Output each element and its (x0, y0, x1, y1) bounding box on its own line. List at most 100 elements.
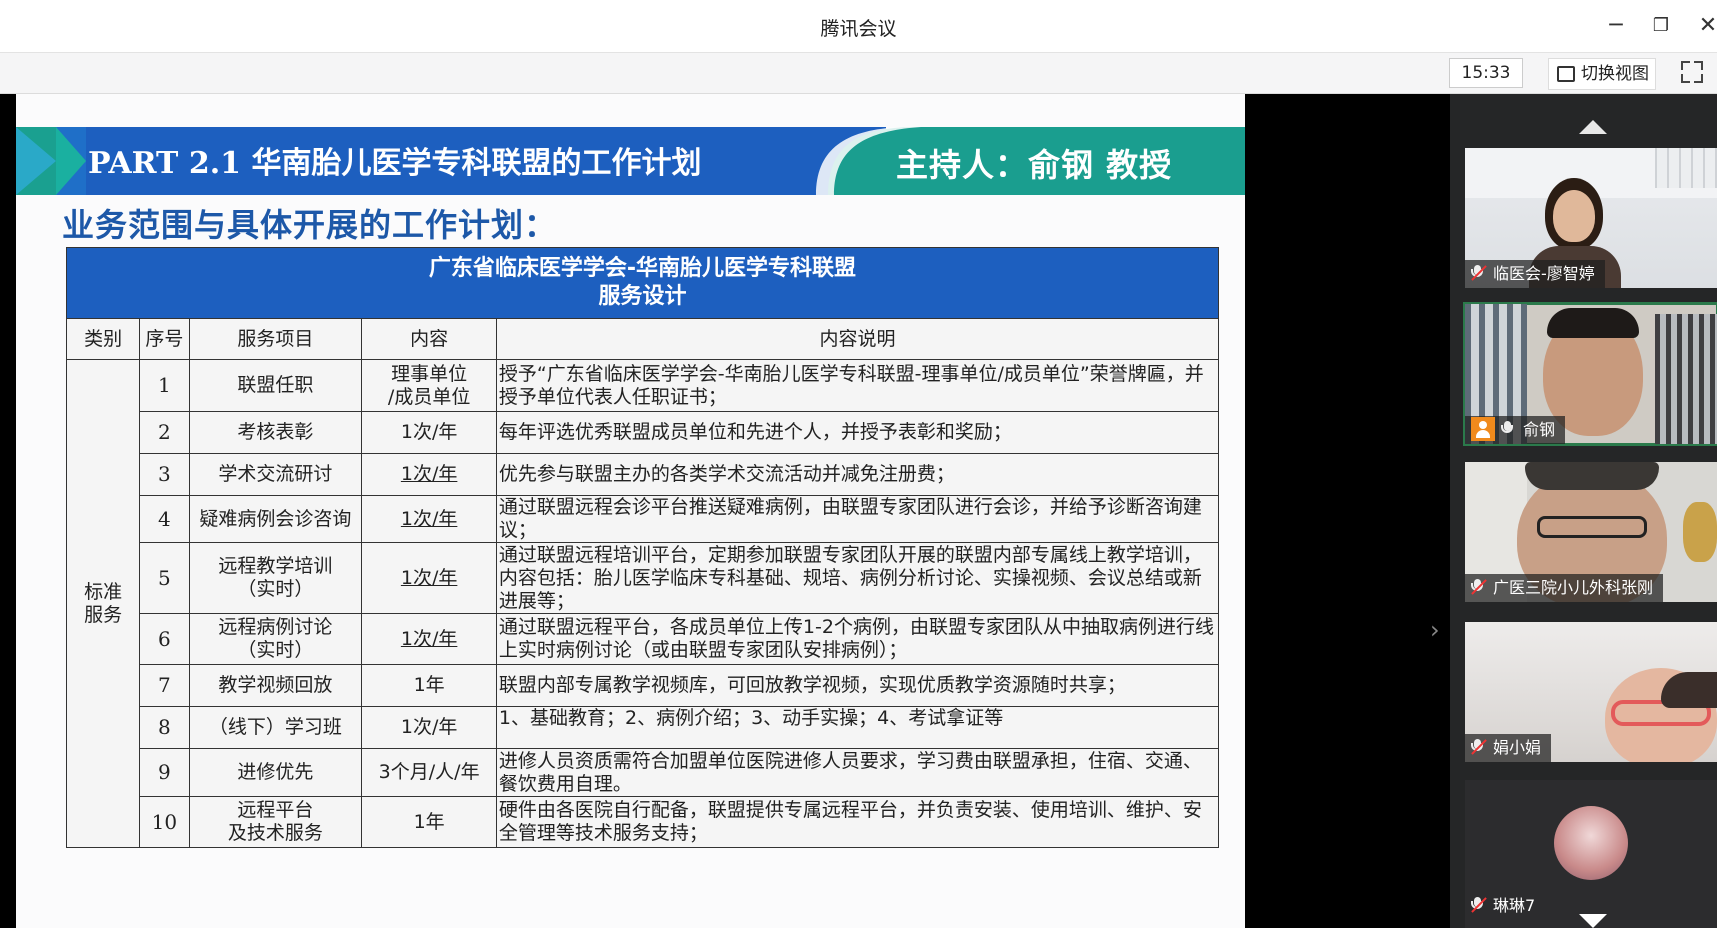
service-description: 进修人员资质需符合加盟单位医院进修人员要求，学习费由联盟承担，住宿、交通、餐饮费… (495, 748, 1220, 797)
participant-tile[interactable]: 广医三院小儿外科张刚 (1465, 462, 1717, 602)
category-cell: 标准 服务 (65, 359, 141, 848)
switch-view-icon (1557, 66, 1575, 82)
service-description: 授予“广东省临床医学学会-华南胎儿医学专科联盟-理事单位/成员单位”荣誉牌匾，并… (495, 359, 1220, 412)
window-title: 腾讯会议 (820, 18, 897, 40)
service-item: （线下）学习班 (188, 706, 363, 749)
table-row: 2 考核表彰 1次/年 每年评选优秀联盟成员单位和先进个人，并授予表彰和奖励； (67, 411, 1220, 454)
participant-name: 娟小娟 (1493, 738, 1542, 757)
participant-tile[interactable]: 娟小娟 (1465, 622, 1717, 762)
row-number: 1 (139, 359, 190, 412)
table-row: 9 进修优先 3个月/人/年 进修人员资质需符合加盟单位医院进修人员要求，学习费… (67, 748, 1220, 797)
table-row: 8 （线下）学习班 1次/年 1、基础教育；2、病例介绍；3、动手实操；4、考试… (67, 706, 1220, 749)
row-number: 8 (139, 706, 190, 749)
column-header: 序号 (139, 318, 190, 360)
participant-name-bar: 娟小娟 (1465, 734, 1552, 762)
host-label: 主持人：俞钢 教授 (896, 146, 1173, 184)
participant-name: 临医会-廖智婷 (1493, 264, 1595, 283)
switch-view-button[interactable]: 切换视图 (1548, 58, 1656, 90)
service-content: 理事单位/成员单位 (361, 359, 497, 412)
participant-name: 广医三院小儿外科张刚 (1493, 578, 1654, 597)
table-row: 7 教学视频回放 1年 联盟内部专属教学视频库，可回放教学视频，实现优质教学资源… (67, 664, 1220, 707)
service-item: 远程平台 及技术服务 (188, 796, 363, 848)
service-item: 远程病例讨论 （实时） (188, 613, 363, 665)
table-row: 6 远程病例讨论 （实时） 1次/年 通过联盟远程平台，各成员单位上传1-2个病例… (67, 613, 1220, 665)
service-description: 优先参与联盟主办的各类学术交流活动并减免注册费； (495, 453, 1220, 496)
table-row: 10 远程平台 及技术服务 1年 硬件由各医院自行配备，联盟提供专属远程平台，并负… (67, 796, 1220, 848)
service-content: 1年 (361, 796, 497, 848)
mic-muted-icon (1471, 265, 1485, 281)
presentation-slide: PART 2.1 华南胎儿医学专科联盟的工作计划 主持人：俞钢 教授 业务范围与… (16, 94, 1245, 928)
row-number: 10 (139, 796, 190, 848)
scroll-down-icon[interactable] (1579, 914, 1607, 928)
meeting-clock: 15:33 (1449, 58, 1523, 88)
switch-view-label: 切换视图 (1581, 64, 1649, 84)
fullscreen-icon[interactable] (1681, 61, 1703, 83)
participant-name: 琳琳7 (1493, 896, 1536, 915)
table-caption: 广东省临床医学学会-华南胎儿医学专科联盟 服务设计 (66, 247, 1219, 319)
meeting-toolbar: 15:33 切换视图 (0, 53, 1717, 94)
participant-name-bar: 俞钢 (1465, 416, 1566, 444)
service-item: 联盟任职 (188, 359, 363, 412)
restore-button[interactable]: ❐ (1647, 12, 1675, 40)
service-table: 广东省临床医学学会-华南胎儿医学专科联盟 服务设计 类别 序号 服务项目 内容 … (65, 247, 1220, 848)
service-item: 学术交流研讨 (188, 453, 363, 496)
column-header: 类别 (65, 318, 141, 360)
service-content: 3个月/人/年 (361, 748, 497, 797)
service-item: 考核表彰 (188, 411, 363, 454)
service-content: 1次/年 (361, 613, 497, 665)
row-number: 9 (139, 748, 190, 797)
row-number: 7 (139, 664, 190, 707)
service-content: 1次/年 (361, 706, 497, 749)
close-button[interactable]: ✕ (1694, 12, 1717, 40)
participant-tile[interactable]: 临医会-廖智婷 (1465, 148, 1717, 288)
service-description: 硬件由各医院自行配备，联盟提供专属远程平台，并负责安装、使用培训、维护、安全管理… (495, 796, 1220, 848)
mic-muted-icon (1471, 579, 1485, 595)
scroll-up-icon[interactable] (1579, 120, 1607, 134)
service-description: 联盟内部专属教学视频库，可回放教学视频，实现优质教学资源随时共享； (495, 664, 1220, 707)
service-item: 疑难病例会诊咨询 (188, 495, 363, 543)
service-description: 通过联盟远程平台，各成员单位上传1-2个病例，由联盟专家团队从中抽取病例进行线上… (495, 613, 1220, 665)
service-item: 进修优先 (188, 748, 363, 797)
service-content: 1次/年 (361, 542, 497, 614)
service-content: 1次/年 (361, 453, 497, 496)
mic-muted-icon (1471, 739, 1485, 755)
row-number: 6 (139, 613, 190, 665)
column-header: 服务项目 (188, 318, 363, 360)
participant-name-bar: 琳琳7 (1465, 892, 1545, 920)
avatar (1554, 806, 1628, 880)
service-item: 远程教学培训 （实时） (188, 542, 363, 614)
row-number: 3 (139, 453, 190, 496)
minimize-button[interactable]: ─ (1602, 12, 1630, 40)
participant-name-bar: 广医三院小儿外科张刚 (1465, 574, 1664, 602)
table-row: 4 疑难病例会诊咨询 1次/年 通过联盟远程会诊平台推送疑难病例，由联盟专家团队… (67, 495, 1220, 543)
user-avatar-icon (1471, 417, 1495, 441)
participant-tile[interactable]: 琳琳7 (1465, 780, 1717, 928)
collapse-panel-icon[interactable]: › (1430, 616, 1440, 644)
table-row: 3 学术交流研讨 1次/年 优先参与联盟主办的各类学术交流活动并减免注册费； (67, 453, 1220, 496)
service-description: 1、基础教育；2、病例介绍；3、动手实操；4、考试拿证等 (495, 706, 1220, 749)
row-number: 4 (139, 495, 190, 543)
column-header: 内容 (361, 318, 497, 360)
participant-name: 俞钢 (1523, 420, 1556, 439)
glasses (1537, 516, 1647, 538)
service-item: 教学视频回放 (188, 664, 363, 707)
table-caption-row: 广东省临床医学学会-华南胎儿医学专科联盟 服务设计 (66, 247, 1219, 319)
row-number: 2 (139, 411, 190, 454)
table-row: 5 远程教学培训 （实时） 1次/年 通过联盟远程培训平台，定期参加联盟专家团队开… (67, 542, 1220, 614)
column-header: 内容说明 (495, 318, 1220, 360)
table-row: 标准 服务 1 联盟任职 理事单位/成员单位 授予“广东省临床医学学会-华南胎儿医… (65, 359, 1220, 848)
slide-subtitle: 业务范围与具体开展的工作计划： (62, 206, 558, 244)
service-description: 每年评选优秀联盟成员单位和先进个人，并授予表彰和奖励； (495, 411, 1220, 454)
slide-title: PART 2.1 华南胎儿医学专科联盟的工作计划 (88, 146, 702, 181)
mic-muted-icon (1471, 897, 1485, 913)
participant-tile[interactable]: 俞钢 (1463, 302, 1717, 446)
service-description: 通过联盟远程培训平台，定期参加联盟专家团队开展的联盟内部专属线上教学培训，内容包… (495, 542, 1220, 614)
row-number: 5 (139, 542, 190, 614)
title-bar: 腾讯会议 ─ ❐ ✕ (0, 0, 1717, 53)
shared-screen: PART 2.1 华南胎儿医学专科联盟的工作计划 主持人：俞钢 教授 业务范围与… (0, 94, 1450, 928)
service-content: 1年 (361, 664, 497, 707)
service-content: 1次/年 (361, 411, 497, 454)
mic-on-icon (1501, 421, 1515, 437)
table-header-row: 类别 序号 服务项目 内容 内容说明 (65, 318, 1220, 360)
service-description: 通过联盟远程会诊平台推送疑难病例，由联盟专家团队进行会诊，并给予诊断咨询建议； (495, 495, 1220, 543)
